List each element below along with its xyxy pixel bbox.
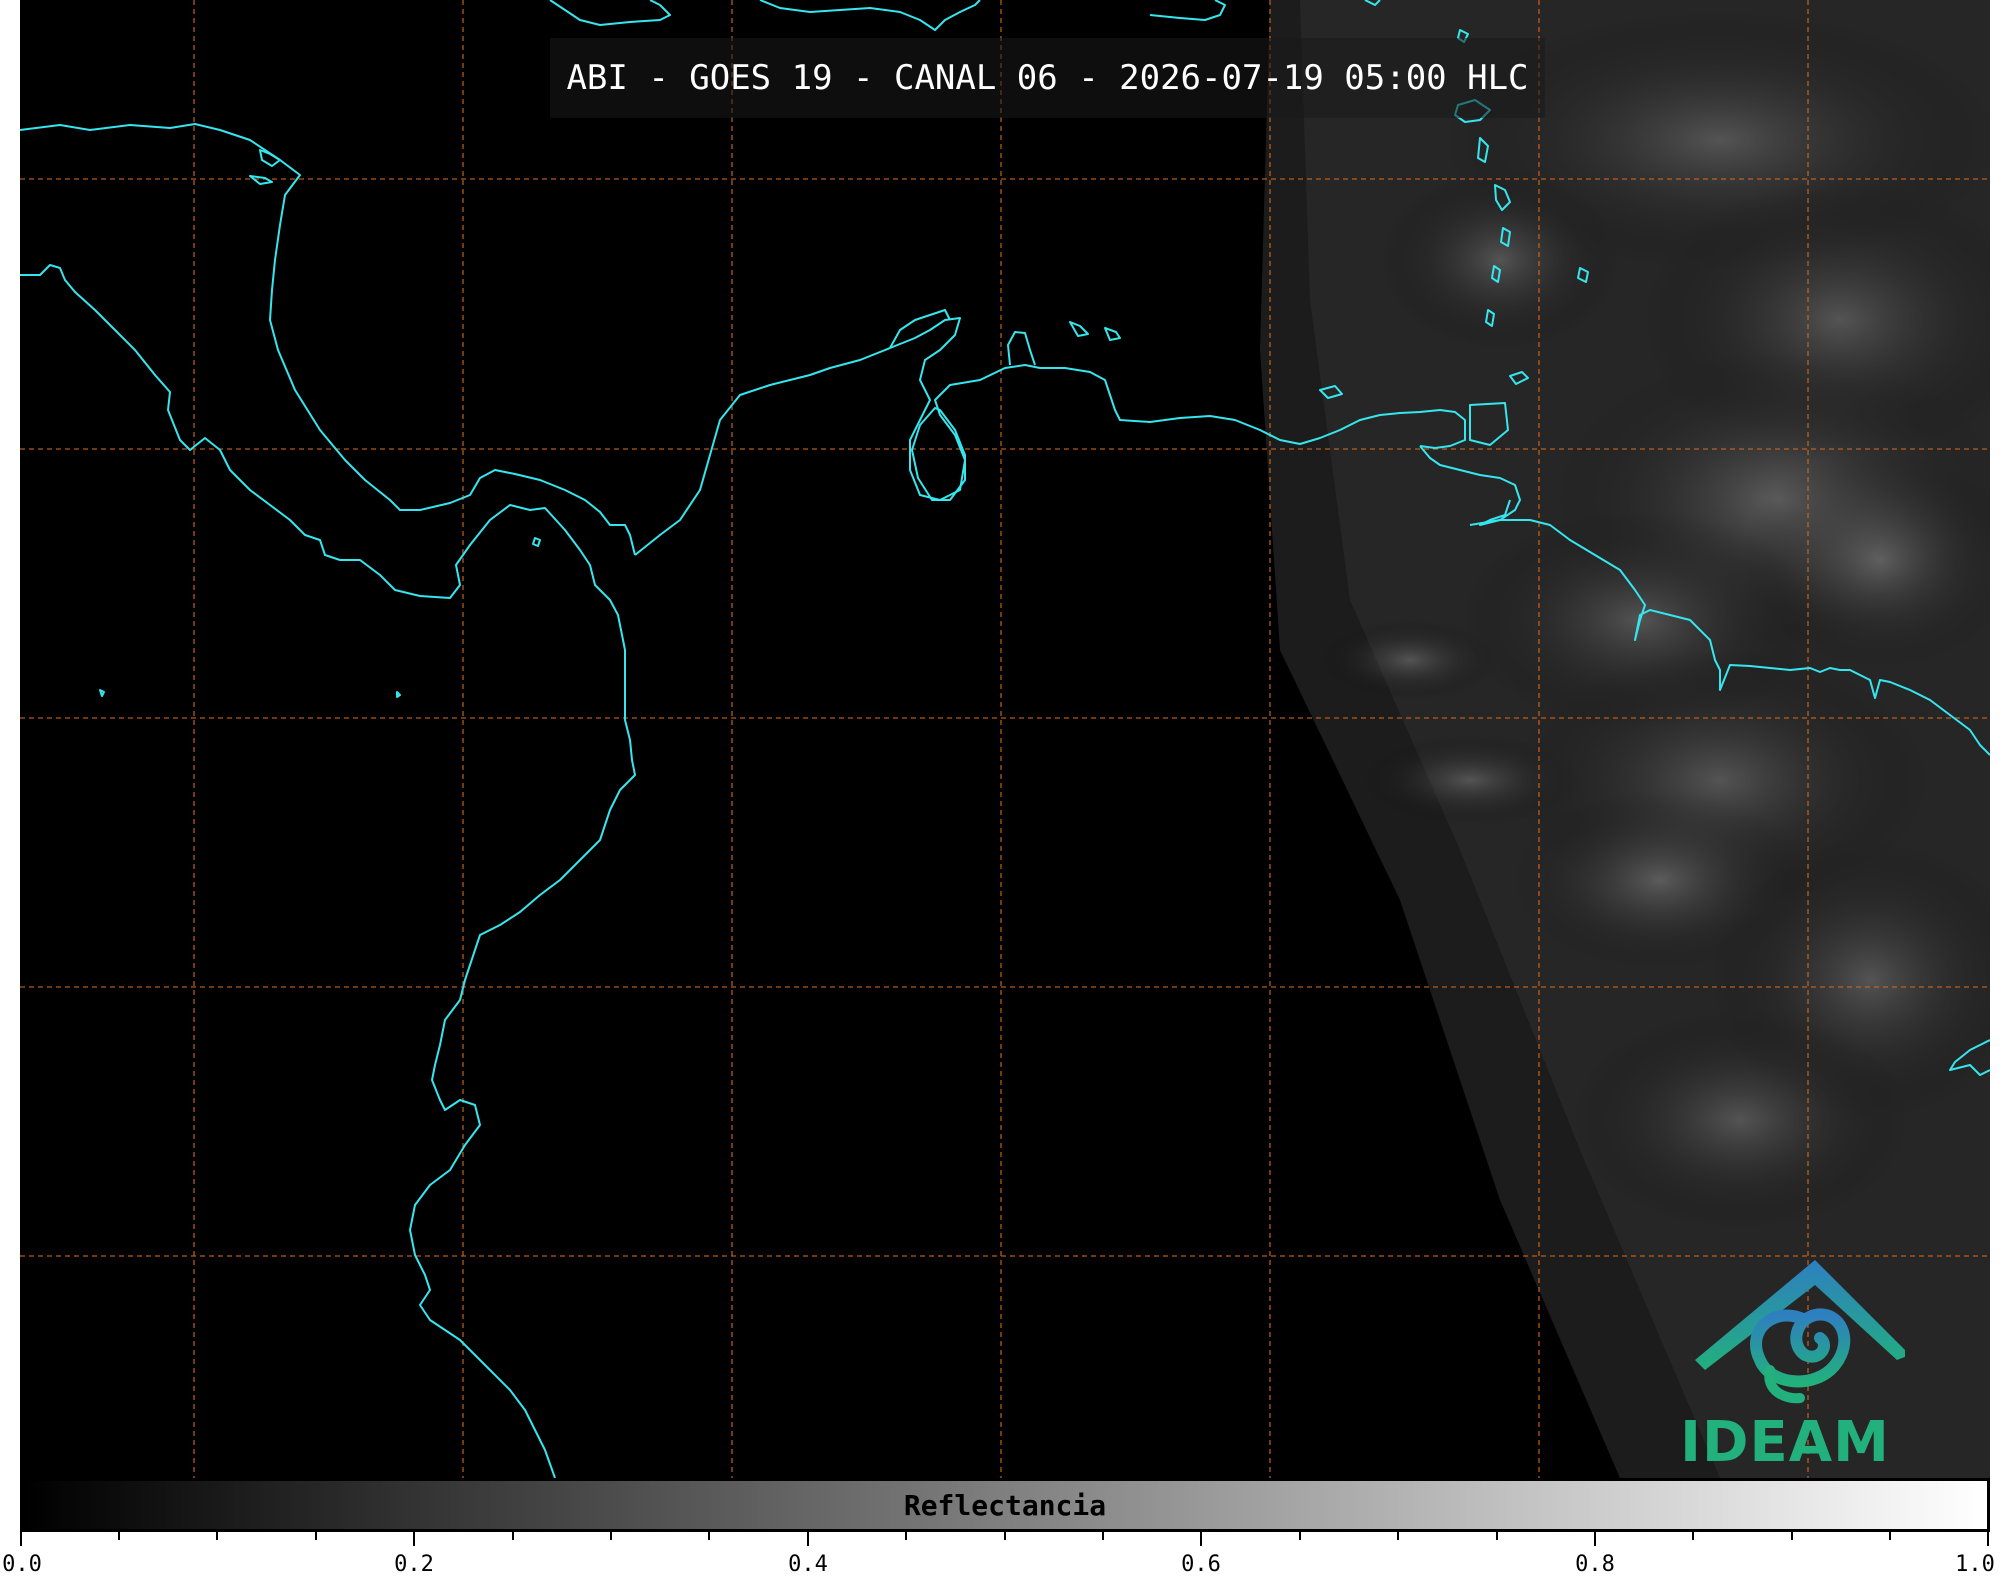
colorbar-tick-label: 0.0 (2, 1552, 42, 1577)
colorbar-ticks (20, 1532, 1989, 1546)
coastline-pacific (20, 264, 636, 1478)
colorbar-tick-label: 0.6 (1181, 1552, 1221, 1577)
coastline-puerto-rico (1149, 0, 1226, 21)
island-san-andres (532, 537, 541, 547)
island-roatan (249, 175, 273, 185)
colorbar-label: Reflectancia (903, 1488, 1107, 1522)
coastline-paraguana (1007, 331, 1036, 366)
ideam-logo: IDEAM (1665, 1250, 1905, 1475)
satellite-map: ABI - GOES 19 - CANAL 06 - 2026-07-19 05… (20, 0, 1990, 1478)
coastline-hispaniola (759, 0, 981, 31)
colorbar-tick-label: 1.0 (1955, 1552, 1995, 1577)
island-curacao (1104, 327, 1121, 341)
colorbar: Reflectancia (20, 1478, 1990, 1532)
island-aruba (1069, 321, 1089, 337)
colorbar-tick-label: 0.8 (1575, 1552, 1615, 1577)
coastline-central-america (20, 123, 636, 556)
colorbar-axis: 0.0 0.2 0.4 0.6 0.8 1.0 (2, 1532, 1995, 1577)
map-title: ABI - GOES 19 - CANAL 06 - 2026-07-19 05… (550, 38, 1545, 118)
coastline-cuba (549, 0, 671, 26)
coastline-guajira (889, 309, 951, 349)
island-galapagos-edge (99, 689, 105, 697)
island-gorgona (396, 691, 401, 698)
ideam-logo-text: IDEAM (1680, 1410, 1890, 1475)
colorbar-tick-label: 0.4 (788, 1552, 828, 1577)
colorbar-tick-label: 0.2 (394, 1552, 434, 1577)
ideam-logo-icon (1695, 1260, 1905, 1404)
